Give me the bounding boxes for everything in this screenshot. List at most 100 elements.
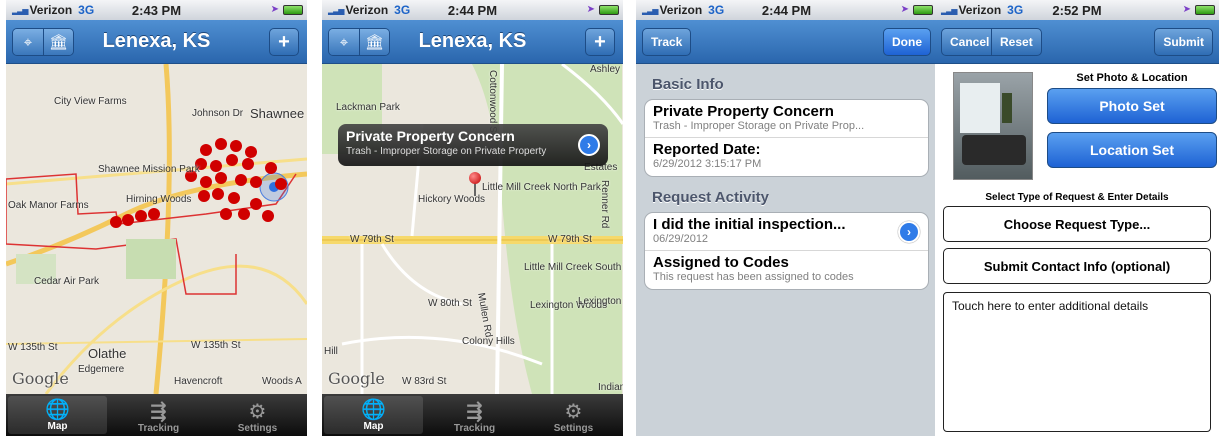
map-label: W 83rd St <box>402 376 447 387</box>
map-label: Indian <box>598 382 623 393</box>
carrier: Verizon <box>659 3 703 17</box>
table-row: Reported Date: 6/29/2012 3:15:17 PM <box>645 138 928 176</box>
choose-request-type-button[interactable]: Choose Request Type... <box>943 206 1211 242</box>
map-label: Renner Rd <box>599 180 610 229</box>
table-row: Assigned to Codes This request has been … <box>645 251 928 289</box>
map-label: Colony Hills <box>462 336 515 347</box>
carrier: Verizon <box>345 3 389 17</box>
map-label: Hill <box>324 346 338 357</box>
nav-bar: Cancel Reset Submit <box>935 20 1219 64</box>
activity-group: I did the initial inspection... 06/29/20… <box>644 212 929 290</box>
map-screen: ▂▃▅ Verizon 3G 2:43 PM ➤ ⌖ 🏛 Lenexa, KS … <box>6 0 307 436</box>
tab-settings[interactable]: ⚙ Settings <box>524 394 623 436</box>
map-label: Hirning Woods <box>126 194 192 205</box>
details-textarea[interactable]: Touch here to enter additional details <box>943 292 1211 432</box>
zoom-map-screen: ▂▃▅ Verizon 3G 2:44 PM ➤ ⌖ 🏛 Lenexa, KS … <box>322 0 623 436</box>
basic-info-group: Private Property Concern Trash - Imprope… <box>644 99 929 177</box>
location-arrow-icon: ➤ <box>1182 4 1191 15</box>
pin-icon[interactable]: ⌖ <box>329 29 359 55</box>
clock: 2:44 PM <box>447 2 498 18</box>
map-label: Lexington <box>578 296 622 307</box>
map-label: W 79th St <box>350 234 394 245</box>
location-pin[interactable] <box>469 172 481 184</box>
clock: 2:44 PM <box>761 2 812 18</box>
clock: 2:43 PM <box>131 2 182 18</box>
battery-icon <box>1195 5 1215 15</box>
tab-map[interactable]: 🌐 Map <box>8 396 107 434</box>
battery-icon <box>599 5 619 15</box>
status-bar: ▂▃▅ Verizon 3G 2:43 PM ➤ <box>6 0 307 20</box>
status-bar: ▂▃▅ Verizon 3G 2:52 PM ➤ <box>935 0 1219 20</box>
row-title: Private Property Concern <box>653 103 834 120</box>
photo-person <box>1002 93 1012 123</box>
row-detail: 6/29/2012 3:15:17 PM <box>653 158 762 170</box>
photo-truck <box>960 83 1000 133</box>
request-screen: ▂▃▅ Verizon 3G 2:52 PM ➤ Cancel Reset Su… <box>935 0 1219 436</box>
detail-screen: ▂▃▅ Verizon 3G 2:44 PM ➤ Track Done Basi… <box>636 0 937 436</box>
status-bar: ▂▃▅ Verizon 3G 2:44 PM ➤ <box>322 0 623 20</box>
add-request-button[interactable]: + <box>269 28 299 56</box>
map-label: Oak Manor Farms <box>8 200 89 211</box>
map-label: W 80th St <box>428 298 472 309</box>
clock: 2:52 PM <box>1052 2 1102 18</box>
battery-icon <box>283 5 303 15</box>
reset-button[interactable]: Reset <box>991 28 1042 56</box>
globe-icon: 🌐 <box>45 399 70 421</box>
photo-ground <box>962 135 1026 165</box>
google-logo: Google <box>12 369 69 388</box>
map-label: Cedar Air Park <box>34 276 100 287</box>
location-arrow-icon: ➤ <box>270 4 279 15</box>
tab-tracking[interactable]: ⇶ Tracking <box>109 394 208 436</box>
cancel-button[interactable]: Cancel <box>941 28 999 56</box>
disclosure-icon[interactable]: › <box>578 134 600 156</box>
google-logo: Google <box>328 369 385 388</box>
gear-icon: ⚙ <box>248 401 267 423</box>
callout-title: Private Property Concern <box>346 128 515 144</box>
map-label: Little Mill Creek South Park <box>524 262 623 273</box>
tracking-icon: ⇶ <box>150 401 167 423</box>
map-view[interactable]: Lackman Park Little Mill Creek North Par… <box>322 64 623 394</box>
pin-callout[interactable]: Private Property Concern Trash - Imprope… <box>338 124 608 166</box>
row-detail: Trash - Improper Storage on Private Prop… <box>653 120 865 132</box>
gear-icon: ⚙ <box>564 401 583 423</box>
map-mode-segment[interactable]: ⌖ 🏛 <box>12 28 74 56</box>
network-type: 3G <box>394 3 411 17</box>
photo-thumbnail[interactable] <box>953 72 1033 180</box>
tab-map[interactable]: 🌐 Map <box>324 396 423 434</box>
callout-subtitle: Trash - Improper Storage on Private Prop… <box>346 146 547 157</box>
building-icon[interactable]: 🏛 <box>359 29 389 55</box>
row-detail: This request has been assigned to codes <box>653 271 854 283</box>
pin-icon[interactable]: ⌖ <box>13 29 43 55</box>
tab-bar: 🌐 Map ⇶ Tracking ⚙ Settings <box>6 394 307 436</box>
tab-label: Settings <box>553 423 594 434</box>
location-arrow-icon: ➤ <box>900 4 909 15</box>
tab-tracking[interactable]: ⇶ Tracking <box>425 394 524 436</box>
carrier: Verizon <box>29 3 73 17</box>
map-label: Havencroft <box>174 376 223 387</box>
status-bar: ▂▃▅ Verizon 3G 2:44 PM ➤ <box>636 0 937 20</box>
location-set-button[interactable]: Location Set <box>1047 132 1217 168</box>
signal-icon: ▂▃▅ <box>941 5 958 15</box>
tab-label: Settings <box>237 423 278 434</box>
track-button[interactable]: Track <box>642 28 692 56</box>
submit-button[interactable]: Submit <box>1154 28 1213 56</box>
row-title: I did the initial inspection... <box>653 216 846 233</box>
building-icon[interactable]: 🏛 <box>43 29 73 55</box>
table-row[interactable]: I did the initial inspection... 06/29/20… <box>645 213 928 251</box>
map-label: Ashley <box>590 64 621 75</box>
contact-info-button[interactable]: Submit Contact Info (optional) <box>943 248 1211 284</box>
map-mode-segment[interactable]: ⌖ 🏛 <box>328 28 390 56</box>
add-request-button[interactable]: + <box>585 28 615 56</box>
photo-set-button[interactable]: Photo Set <box>1047 88 1217 124</box>
set-photo-location-title: Set Photo & Location <box>1076 72 1188 84</box>
map-label: Lackman Park <box>336 102 400 113</box>
disclosure-icon[interactable]: › <box>898 221 920 243</box>
row-title: Assigned to Codes <box>653 254 789 271</box>
tab-settings[interactable]: ⚙ Settings <box>208 394 307 436</box>
map-view[interactable]: City View Farms Johnson Dr Shawnee Shawn… <box>6 64 307 394</box>
section-header: Request Activity <box>652 189 769 206</box>
map-label: City View Farms <box>54 96 127 107</box>
nav-title: Lenexa, KS <box>102 30 211 52</box>
map-label: W 79th St <box>548 234 592 245</box>
done-button[interactable]: Done <box>883 28 931 56</box>
